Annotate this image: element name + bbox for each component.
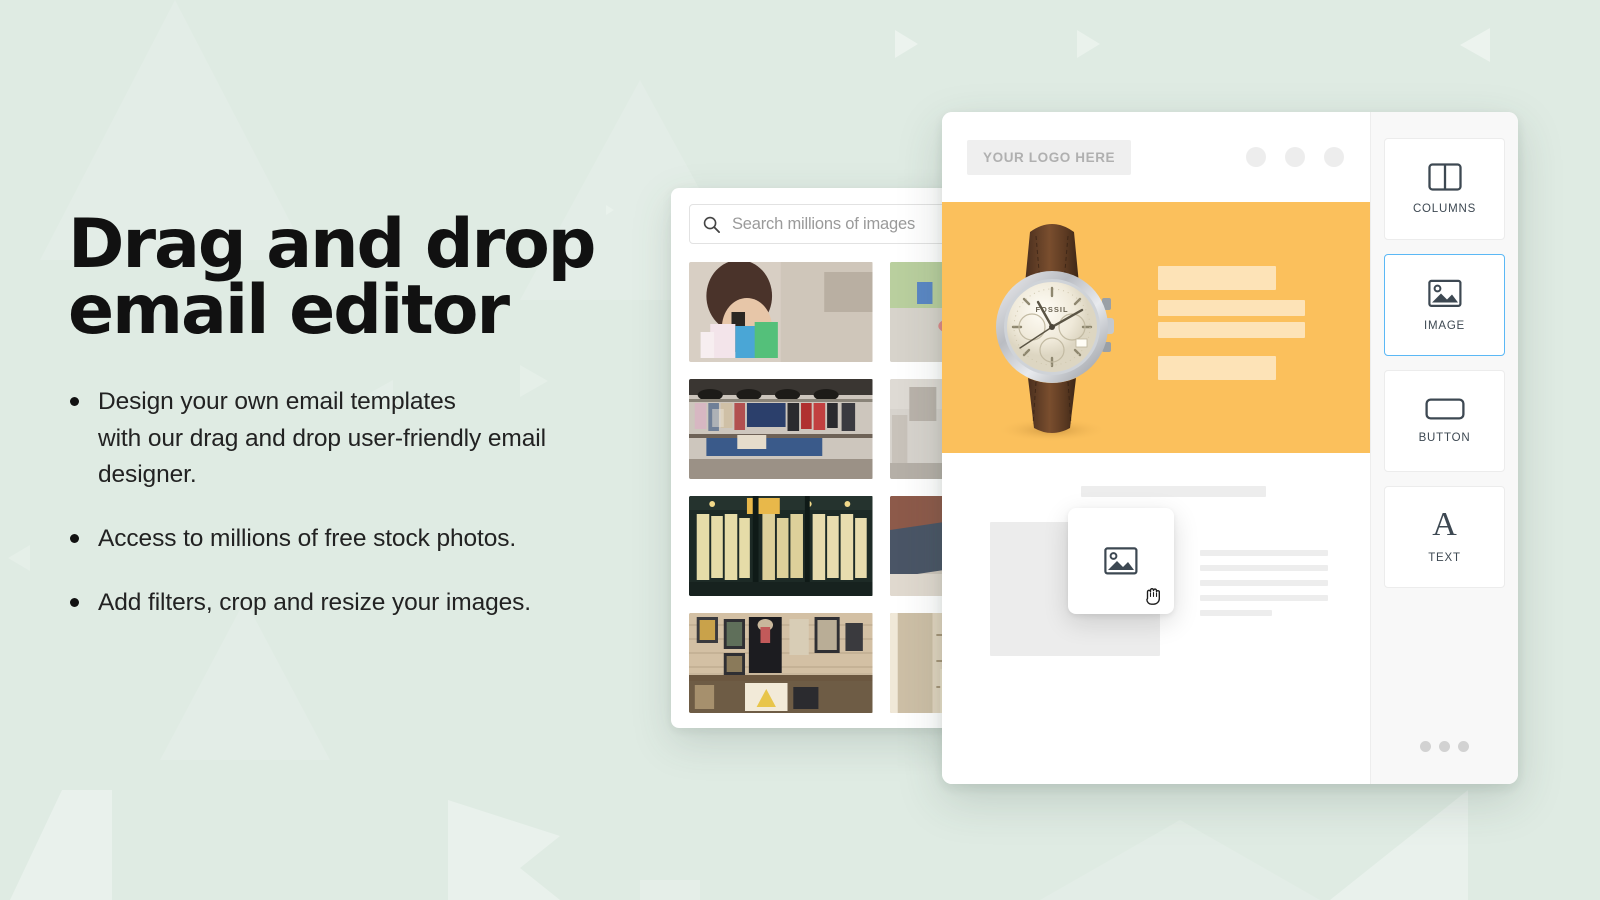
nav-dot-icon[interactable] <box>1285 147 1305 167</box>
text-line <box>1200 610 1272 616</box>
section-divider-bar <box>1081 486 1266 497</box>
sidebar-more-dots[interactable] <box>1371 741 1518 752</box>
text-icon: A <box>1432 506 1457 543</box>
logo-placeholder[interactable]: YOUR LOGO HERE <box>967 139 1132 175</box>
hero-product-image: FOSSIL <box>952 202 1152 453</box>
text-line <box>1200 580 1328 586</box>
stock-photo-thumbnail[interactable] <box>689 262 873 362</box>
nav-dot-icon[interactable] <box>1246 147 1266 167</box>
hero-copy: Drag and drop email editor Design your o… <box>68 205 688 622</box>
list-item-label: Add filters, crop and resize your images… <box>98 588 532 616</box>
photo-vintage-display <box>689 613 873 713</box>
list-item: Design your own email templates with our… <box>68 384 688 494</box>
email-hero-section[interactable]: FOSSIL <box>942 202 1370 453</box>
text-line <box>1200 595 1328 601</box>
dragged-image-block[interactable] <box>1068 508 1174 614</box>
bullet-dot-icon <box>70 534 79 544</box>
wristwatch-icon: FOSSIL <box>996 224 1114 442</box>
button-icon <box>1424 398 1465 420</box>
hero-placeholder-bar <box>1158 300 1305 316</box>
photo-shopping-bags <box>689 262 873 362</box>
feature-list: Design your own email templates with our… <box>68 384 688 622</box>
hero-placeholder-bar <box>1158 356 1276 380</box>
image-icon <box>1427 279 1461 307</box>
photo-store-interior <box>689 379 873 479</box>
stock-photo-thumbnail[interactable] <box>689 379 873 479</box>
bullet-dot-icon <box>70 396 79 406</box>
editor-tool-sidebar: COLUMNS IMAGE BUTTON A TEXT <box>1370 112 1518 784</box>
more-dot-icon <box>1420 741 1431 752</box>
tool-label: BUTTON <box>1418 432 1471 444</box>
text-line <box>1200 550 1328 556</box>
tool-image[interactable]: IMAGE <box>1384 254 1505 356</box>
header-nav-dots <box>1246 147 1344 167</box>
tool-columns[interactable]: COLUMNS <box>1384 138 1505 240</box>
tool-text[interactable]: A TEXT <box>1384 486 1505 588</box>
image-icon <box>1104 547 1138 575</box>
hero-placeholder-bar <box>1158 322 1305 338</box>
stock-photo-thumbnail[interactable] <box>689 496 873 596</box>
tool-label: COLUMNS <box>1412 203 1477 215</box>
columns-icon <box>1427 163 1462 191</box>
more-dot-icon <box>1439 741 1450 752</box>
list-item-label: Access to millions of free stock photos. <box>98 525 517 553</box>
page-title: Drag and drop email editor <box>68 205 596 350</box>
more-dot-icon <box>1458 741 1469 752</box>
text-block-placeholder-lines <box>1200 550 1328 616</box>
list-item: Access to millions of free stock photos. <box>68 521 688 558</box>
email-canvas: YOUR LOGO HERE FOSSIL <box>942 112 1370 784</box>
email-header: YOUR LOGO HERE <box>942 112 1370 202</box>
tool-button[interactable]: BUTTON <box>1384 370 1505 472</box>
photo-yellow-shirts <box>689 496 873 596</box>
nav-dot-icon[interactable] <box>1324 147 1344 167</box>
hero-text-placeholders <box>1158 266 1305 380</box>
list-item-label: Design your own email templates with our… <box>98 387 546 489</box>
list-item: Add filters, crop and resize your images… <box>68 585 688 622</box>
email-editor-window: YOUR LOGO HERE FOSSIL COLUMNS IMAGE BUTT… <box>942 112 1518 784</box>
hero-placeholder-bar <box>1158 266 1276 290</box>
tool-label: IMAGE <box>1423 319 1466 332</box>
text-line <box>1200 565 1328 571</box>
stock-photo-thumbnail[interactable] <box>689 613 873 713</box>
search-placeholder: Search millions of images <box>732 214 915 233</box>
search-icon <box>703 216 721 233</box>
grab-hand-cursor-icon <box>1146 588 1160 605</box>
email-body-section <box>942 453 1370 784</box>
bullet-dot-icon <box>70 597 79 607</box>
tool-label: TEXT <box>1428 552 1461 564</box>
